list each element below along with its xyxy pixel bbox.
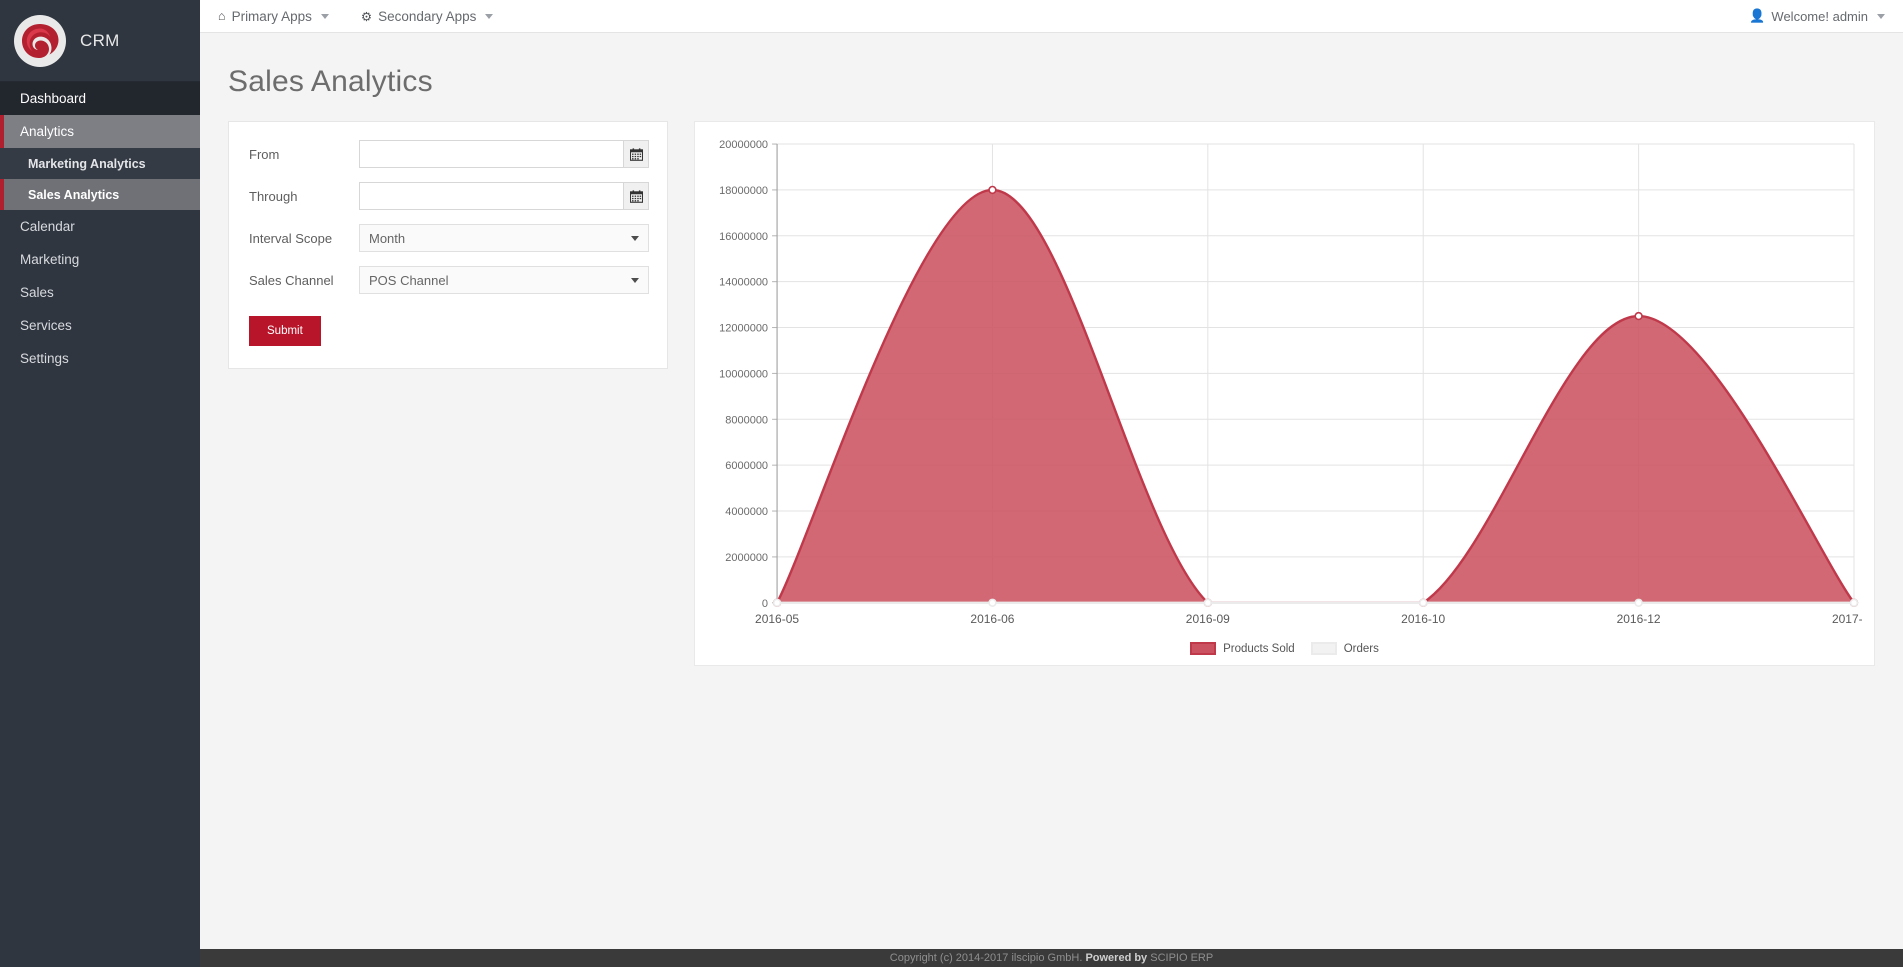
interval-scope-select[interactable]: Month — [359, 224, 649, 252]
sidebar-item-label: Analytics — [20, 124, 75, 139]
legend-label-products-sold: Products Sold — [1223, 642, 1295, 655]
sidebar-subitem-label: Sales Analytics — [28, 187, 120, 202]
svg-text:2016-12: 2016-12 — [1617, 612, 1661, 626]
chevron-down-icon — [631, 277, 639, 283]
gear-icon: ⚙ — [360, 9, 373, 24]
footer-copyright: Copyright (c) 2014-2017 — [889, 952, 1009, 964]
svg-text:2016-06: 2016-06 — [970, 612, 1014, 626]
form-row-interval-scope: Interval Scope Month — [239, 224, 649, 252]
page-footer: Copyright (c) 2014-2017 ilscipio GmbH. P… — [200, 949, 1903, 967]
from-calendar-button[interactable] — [623, 140, 649, 168]
user-menu-label: Welcome! admin — [1771, 8, 1868, 24]
svg-text:8000000: 8000000 — [725, 414, 768, 426]
svg-text:2016-05: 2016-05 — [755, 612, 799, 626]
through-label: Through — [249, 188, 298, 204]
filter-form-panel: From Through Interval Scope Month Sales … — [228, 121, 668, 369]
through-date-input[interactable] — [359, 182, 623, 210]
user-icon: 👤 — [1749, 8, 1766, 23]
svg-text:2017-01: 2017-01 — [1832, 612, 1862, 626]
sidebar-item-label: Services — [20, 318, 72, 333]
through-calendar-button[interactable] — [623, 182, 649, 210]
chevron-down-icon — [485, 13, 494, 19]
sidebar-item-sales-analytics[interactable]: Sales Analytics — [0, 179, 200, 210]
legend-swatch-products-sold — [1190, 642, 1217, 655]
form-row-through: Through — [239, 182, 649, 210]
brand-logo-block[interactable]: CRM — [0, 0, 200, 82]
svg-text:14000000: 14000000 — [719, 277, 768, 289]
page-content: Sales Analytics From Through Interval Sc… — [200, 33, 1903, 666]
svg-text:2016-09: 2016-09 — [1186, 612, 1230, 626]
page-title: Sales Analytics — [228, 65, 433, 98]
interval-scope-label: Interval Scope — [249, 230, 333, 246]
legend-item-orders[interactable]: Orders — [1310, 642, 1379, 655]
brand-name: CRM — [80, 30, 120, 50]
submit-button[interactable]: Submit — [249, 316, 321, 346]
user-menu[interactable]: 👤 Welcome! admin — [1749, 8, 1885, 24]
from-input-group — [359, 140, 649, 168]
sidebar-item-settings[interactable]: Settings — [0, 342, 200, 375]
calendar-icon — [629, 189, 643, 203]
calendar-icon — [629, 147, 643, 161]
legend-item-products-sold[interactable]: Products Sold — [1190, 642, 1295, 655]
from-date-input[interactable] — [359, 140, 623, 168]
svg-text:0: 0 — [762, 598, 768, 610]
sidebar-item-dashboard[interactable]: Dashboard — [0, 82, 200, 115]
sidebar-item-label: Sales — [20, 285, 54, 300]
sales-channel-label: Sales Channel — [249, 272, 334, 288]
form-row-from: From — [239, 140, 649, 168]
svg-text:16000000: 16000000 — [719, 231, 768, 243]
home-icon: ⌂ — [218, 9, 226, 23]
form-row-sales-channel: Sales Channel POS Channel — [239, 266, 649, 294]
footer-powered-by: SCIPIO ERP — [1150, 952, 1214, 964]
sidebar-item-marketing-analytics[interactable]: Marketing Analytics — [0, 148, 200, 179]
top-navigation-bar: ⌂ Primary Apps ⚙ Secondary Apps 👤 Welcom… — [200, 0, 1903, 33]
svg-text:2000000: 2000000 — [725, 552, 768, 564]
sidebar-item-sales[interactable]: Sales — [0, 276, 200, 309]
sidebar: CRM Dashboard Analytics Marketing Analyt… — [0, 0, 200, 967]
sales-area-chart[interactable]: 0 2000000 4000000 6000000 8000000 10000000 120… — [701, 132, 1862, 659]
from-label: From — [249, 146, 280, 162]
sales-chart-panel: 0 2000000 4000000 6000000 8000000 10000000 120… — [694, 121, 1875, 666]
sidebar-item-label: Calendar — [20, 219, 75, 234]
main-area: ⌂ Primary Apps ⚙ Secondary Apps 👤 Welcom… — [200, 0, 1903, 967]
svg-text:20000000: 20000000 — [719, 139, 768, 151]
chevron-down-icon — [320, 13, 329, 19]
footer-owner: ilscipio GmbH. — [1011, 952, 1083, 964]
interval-scope-value: Month — [369, 230, 406, 246]
footer-powered-prefix: Powered by — [1085, 952, 1148, 964]
nav-primary-apps-label: Primary Apps — [231, 8, 312, 24]
legend-swatch-orders — [1310, 642, 1337, 655]
through-input-group — [359, 182, 649, 210]
app-root: CRM Dashboard Analytics Marketing Analyt… — [0, 0, 1903, 967]
content-row: From Through Interval Scope Month Sales … — [228, 121, 1875, 666]
svg-text:12000000: 12000000 — [719, 323, 768, 335]
nav-secondary-apps[interactable]: ⚙ Secondary Apps — [361, 9, 494, 24]
sidebar-item-services[interactable]: Services — [0, 309, 200, 342]
svg-text:6000000: 6000000 — [725, 460, 768, 472]
sidebar-item-marketing[interactable]: Marketing — [0, 243, 200, 276]
sidebar-subitem-label: Marketing Analytics — [28, 156, 146, 171]
nav-primary-apps[interactable]: ⌂ Primary Apps — [218, 9, 329, 24]
sales-channel-value: POS Channel — [369, 272, 449, 288]
chevron-down-icon — [1877, 13, 1885, 19]
legend-label-orders: Orders — [1343, 642, 1379, 655]
crm-swirl-logo-icon — [14, 14, 66, 67]
sidebar-item-label: Marketing — [20, 252, 80, 267]
chart-legend: Products Sold Orders — [695, 642, 1874, 655]
svg-text:18000000: 18000000 — [719, 185, 768, 197]
nav-secondary-apps-label: Secondary Apps — [378, 8, 477, 24]
svg-text:2016-10: 2016-10 — [1401, 612, 1445, 626]
sales-channel-select[interactable]: POS Channel — [359, 266, 649, 294]
svg-text:4000000: 4000000 — [725, 506, 768, 518]
sidebar-item-label: Dashboard — [20, 91, 87, 106]
sidebar-item-calendar[interactable]: Calendar — [0, 210, 200, 243]
sidebar-item-label: Settings — [20, 351, 69, 366]
sidebar-item-analytics[interactable]: Analytics — [0, 115, 200, 148]
chevron-down-icon — [631, 235, 639, 241]
svg-text:10000000: 10000000 — [719, 368, 768, 380]
